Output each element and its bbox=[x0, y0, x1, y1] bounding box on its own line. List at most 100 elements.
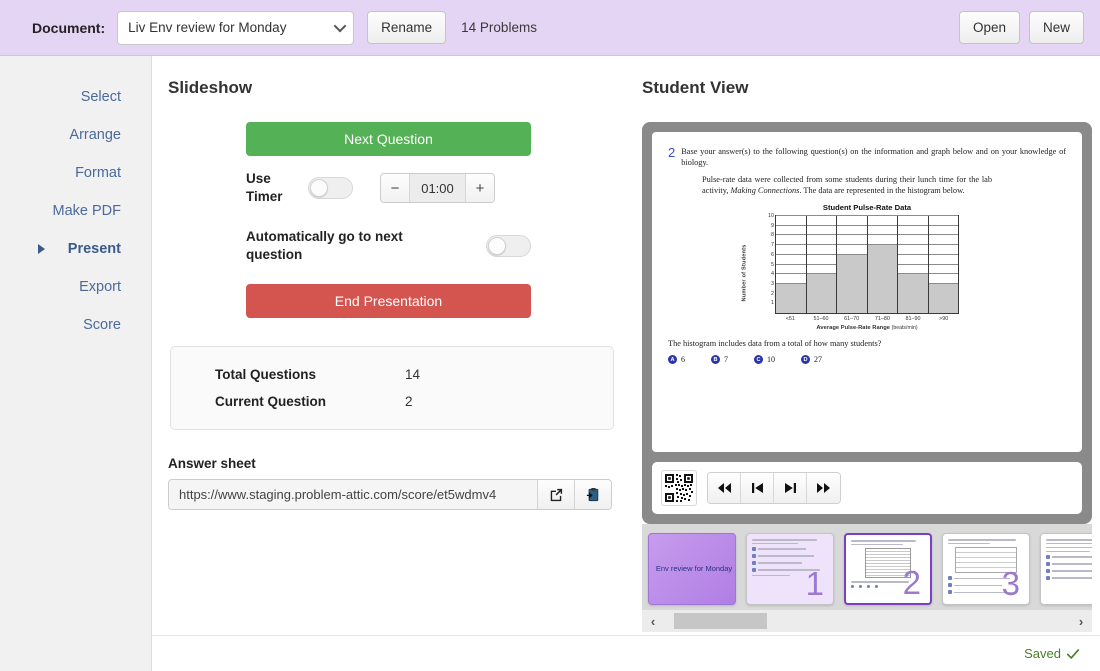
timer-increment-button[interactable]: + bbox=[466, 174, 494, 202]
student-view-frame: 2 Base your answer(s) to the following q… bbox=[642, 122, 1092, 524]
body-wrapper: Select Arrange Format Make PDF Present E… bbox=[0, 56, 1100, 671]
question-stem: Base your answer(s) to the following que… bbox=[681, 147, 1066, 167]
chart-bar bbox=[898, 274, 928, 313]
next-question-button[interactable]: Next Question bbox=[246, 122, 531, 156]
document-label: Document: bbox=[32, 19, 106, 36]
chart-container: Number of Students 1 2 3 4 5 6 7 8 9 10 <51 51–60 6… bbox=[668, 213, 1066, 331]
answer-sheet-row: https://www.staging.problem-attic.com/sc… bbox=[168, 479, 612, 510]
chart-x-tick: >90 bbox=[939, 316, 949, 322]
rename-button[interactable]: Rename bbox=[367, 11, 447, 44]
auto-next-toggle[interactable] bbox=[486, 235, 531, 257]
sidebar-item-arrange[interactable]: Arrange bbox=[0, 116, 151, 154]
thumbnail-preview bbox=[1041, 534, 1092, 581]
choice-text: 27 bbox=[814, 355, 822, 364]
slideshow-panel: Slideshow Next Question Use Timer − 01:0… bbox=[152, 78, 622, 671]
sidebar-item-make-pdf[interactable]: Make PDF bbox=[0, 192, 151, 230]
sidebar-item-format[interactable]: Format bbox=[0, 154, 151, 192]
sidebar: Select Arrange Format Make PDF Present E… bbox=[0, 56, 152, 671]
sidebar-item-present[interactable]: Present bbox=[0, 230, 151, 268]
timer-value[interactable]: 01:00 bbox=[409, 174, 466, 202]
auto-next-label: Automatically go to next question bbox=[246, 229, 403, 262]
open-button[interactable]: Open bbox=[958, 11, 1020, 44]
answer-choice-c[interactable]: C 10 bbox=[754, 355, 775, 364]
qr-code-icon bbox=[664, 473, 694, 503]
copy-answer-sheet-button[interactable] bbox=[574, 480, 611, 509]
thumbnail-title-slide[interactable]: Env review for Monday bbox=[648, 533, 736, 605]
question-prompt: The histogram includes data from a total… bbox=[668, 339, 882, 348]
thumbnail-number: 3 bbox=[1001, 565, 1020, 602]
header-actions: Open New bbox=[958, 11, 1084, 44]
sidebar-item-label: Score bbox=[83, 317, 121, 333]
previous-slide-button[interactable] bbox=[741, 473, 774, 503]
chart-y-tick: 10 bbox=[768, 213, 774, 219]
thumbnail-scroll-left-button[interactable]: ‹ bbox=[642, 614, 664, 629]
chart-y-tick: 9 bbox=[771, 222, 774, 229]
thumbnail-scrollbar: ‹ › bbox=[642, 610, 1092, 632]
status-footer: Saved bbox=[152, 635, 1100, 671]
student-view-panel: Student View 2 Base your answer(s) to th… bbox=[622, 78, 1100, 671]
choice-text: 6 bbox=[681, 355, 685, 364]
thumbnail-slide-4[interactable]: 4 bbox=[1040, 533, 1092, 605]
clipboard-copy-icon bbox=[586, 487, 599, 502]
chart-bar bbox=[806, 274, 836, 313]
chart-bar-column bbox=[898, 216, 929, 313]
chart-x-tick: 71–80 bbox=[874, 316, 890, 322]
use-timer-row: Use Timer − 01:00 + bbox=[246, 170, 622, 206]
stat-value: 14 bbox=[405, 367, 421, 382]
chart-y-tick: 4 bbox=[771, 271, 774, 278]
answer-choice-b[interactable]: B 7 bbox=[711, 355, 728, 364]
thumbnail-number: 2 bbox=[902, 564, 921, 601]
thumbnail-slide-1[interactable]: 1 bbox=[746, 533, 834, 605]
chart-y-tick: 8 bbox=[771, 232, 774, 239]
chart-x-axis-label: Average Pulse-Rate Range (beats/min) bbox=[775, 325, 959, 331]
qr-code-button[interactable] bbox=[661, 470, 697, 506]
rewind-button[interactable] bbox=[708, 473, 741, 503]
passage-part-2: . The data are represented in the histog… bbox=[799, 186, 965, 195]
slideshow-title: Slideshow bbox=[168, 78, 253, 97]
new-button[interactable]: New bbox=[1028, 11, 1084, 44]
slide-preview[interactable]: 2 Base your answer(s) to the following q… bbox=[652, 132, 1082, 452]
next-slide-button[interactable] bbox=[774, 473, 807, 503]
thumbnail-strip: Env review for Monday 1 2 3 ‹ › bbox=[642, 524, 1092, 632]
chart-y-tick: 2 bbox=[771, 290, 774, 297]
passage-italic: Making Connections bbox=[730, 186, 800, 195]
external-link-icon bbox=[550, 488, 563, 501]
chart-bar-column bbox=[867, 216, 898, 313]
chart-bar bbox=[776, 283, 806, 313]
sidebar-item-select[interactable]: Select bbox=[0, 78, 151, 116]
question-passage: Pulse-rate data were collected from some… bbox=[702, 174, 992, 196]
check-icon bbox=[1066, 648, 1080, 659]
timer-decrement-button[interactable]: − bbox=[381, 174, 409, 202]
chart-x-tick: <51 bbox=[785, 316, 795, 322]
chart-title: Student Pulse-Rate Data bbox=[822, 203, 912, 212]
answer-choice-a[interactable]: A 6 bbox=[668, 355, 685, 364]
end-presentation-button[interactable]: End Presentation bbox=[246, 284, 531, 318]
thumbnail-scroll-track[interactable] bbox=[664, 613, 1070, 629]
thumbnail-slide-2[interactable]: 2 bbox=[844, 533, 932, 605]
choice-bubble: A bbox=[668, 355, 677, 364]
answer-choice-d[interactable]: D 27 bbox=[801, 355, 822, 364]
answer-choices: A 6 B 7 C 10 D 27 bbox=[668, 355, 1066, 364]
sidebar-item-label: Make PDF bbox=[52, 203, 122, 219]
choice-text: 7 bbox=[724, 355, 728, 364]
chart-bar-column bbox=[837, 216, 868, 313]
chart-bar bbox=[837, 254, 867, 313]
main-content: Slideshow Next Question Use Timer − 01:0… bbox=[152, 56, 1100, 671]
sidebar-item-export[interactable]: Export bbox=[0, 268, 151, 306]
thumbnail-slide-3[interactable]: 3 bbox=[942, 533, 1030, 605]
stat-row-total-questions: Total Questions 14 bbox=[171, 361, 613, 388]
document-select[interactable]: Liv Env review for Monday bbox=[117, 10, 355, 45]
open-answer-sheet-button[interactable] bbox=[537, 480, 574, 509]
fast-forward-icon bbox=[817, 483, 830, 493]
use-timer-toggle[interactable] bbox=[308, 177, 353, 199]
chevron-down-icon bbox=[333, 19, 347, 32]
fast-forward-button[interactable] bbox=[807, 473, 840, 503]
sidebar-item-score[interactable]: Score bbox=[0, 306, 151, 344]
thumbnail-scroll-handle[interactable] bbox=[674, 613, 767, 629]
answer-sheet-url-input[interactable]: https://www.staging.problem-attic.com/sc… bbox=[169, 480, 537, 509]
chart-bar-column bbox=[928, 216, 958, 313]
thumbnail-scroll-right-button[interactable]: › bbox=[1070, 614, 1092, 629]
chart-y-tick: 6 bbox=[771, 251, 774, 258]
toggle-knob bbox=[488, 237, 506, 255]
toggle-knob bbox=[310, 179, 328, 197]
